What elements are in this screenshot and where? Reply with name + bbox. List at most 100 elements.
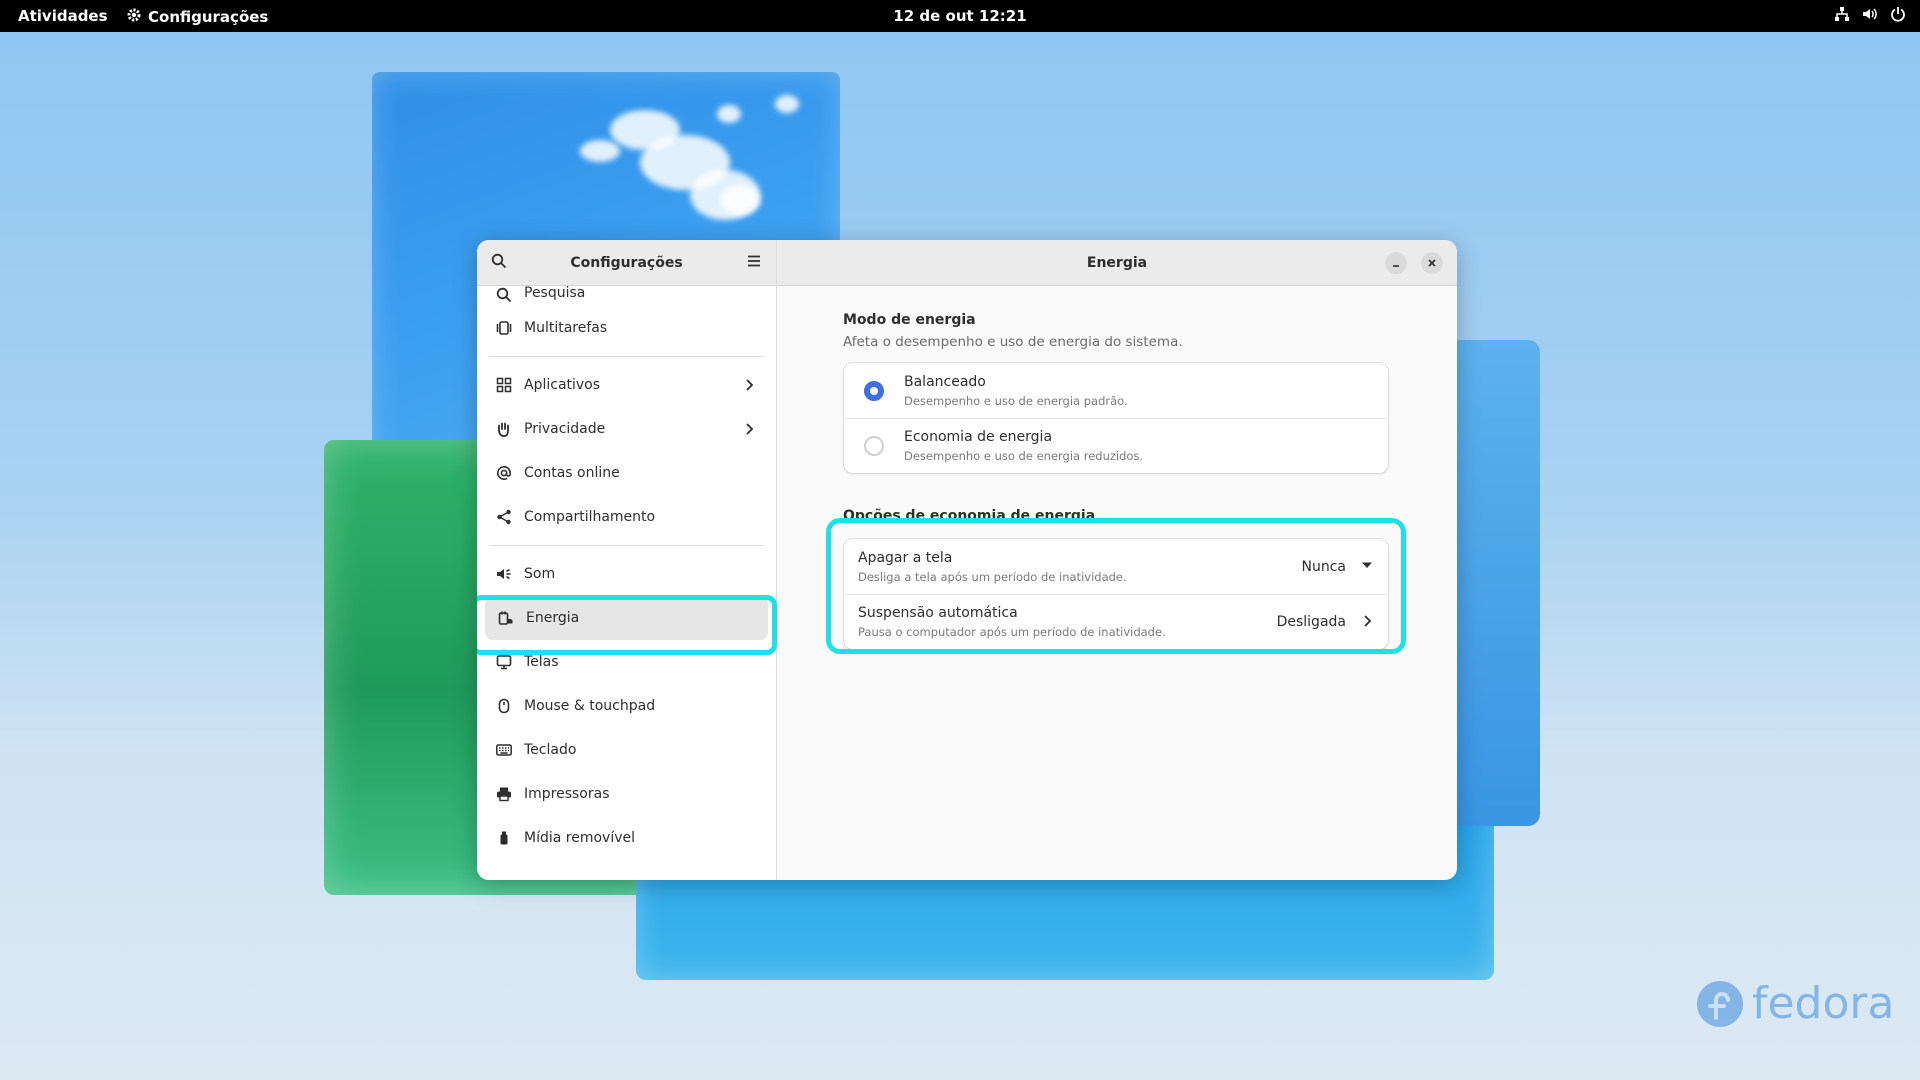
sidebar-item-pesquisa[interactable]: Pesquisa (483, 286, 770, 306)
sidebar-item-label: Mouse & touchpad (524, 698, 656, 714)
sidebar-item-privacidade[interactable]: Privacidade (483, 407, 770, 451)
sidebar-item-label: Multitarefas (524, 320, 608, 336)
settings-window: Configurações Pesquisa Multitarefas Apli… (477, 240, 1457, 880)
at-icon (495, 464, 513, 482)
sidebar-item-label: Energia (526, 610, 580, 626)
power-mode-section: Modo de energia Afeta o desempenho e uso… (843, 312, 1389, 474)
search-icon (495, 286, 513, 304)
usb-drive-icon (495, 829, 513, 847)
radio-button-checked[interactable] (864, 380, 884, 401)
sidebar-item-label: Telas (524, 654, 559, 670)
sidebar-item-label: Compartilhamento (524, 509, 656, 525)
sidebar-item-teclado[interactable]: Teclado (483, 728, 770, 772)
sidebar-item-label: Som (524, 566, 556, 582)
auto-suspend-row[interactable]: Suspensão automática Pausa o computador … (844, 594, 1388, 649)
row-title: Suspensão automática (858, 605, 1018, 621)
option-subtitle: Desempenho e uso de energia padrão. (904, 393, 1128, 408)
chevron-right-icon (742, 422, 756, 436)
content-header: Energia (777, 240, 1457, 286)
row-subtitle: Desliga a tela após um período de inativ… (858, 569, 1127, 584)
hand-icon (495, 420, 513, 438)
sidebar-item-mouse-touchpad[interactable]: Mouse & touchpad (483, 684, 770, 728)
network-wired-icon[interactable] (1834, 6, 1850, 22)
share-icon (495, 508, 513, 526)
fedora-wordmark: fedora (1752, 978, 1895, 1029)
sidebar-item-midia-removivel[interactable]: Mídia removível (483, 816, 770, 860)
sidebar-list: Pesquisa Multitarefas Aplicativos Privac… (477, 286, 776, 860)
sidebar-item-label: Privacidade (524, 421, 606, 437)
power-mode-card: Balanceado Desempenho e uso de energia p… (843, 362, 1389, 474)
multitasking-icon (495, 319, 513, 337)
hamburger-menu-icon[interactable] (746, 253, 762, 273)
power-mode-option-economia[interactable]: Economia de energia Desempenho e uso de … (844, 418, 1388, 473)
radio-button[interactable] (864, 436, 884, 456)
page-title: Energia (1086, 254, 1148, 271)
sidebar-title: Configurações (570, 254, 683, 271)
mouse-icon (495, 697, 513, 715)
chevron-right-icon (1360, 613, 1374, 632)
speaker-icon (495, 565, 513, 583)
chevron-right-icon (742, 378, 756, 392)
power-plug-icon (497, 609, 515, 627)
wallpaper-cloud (717, 105, 741, 123)
dropdown-arrow-icon[interactable] (1360, 557, 1374, 576)
row-subtitle: Pausa o computador após um período de in… (858, 625, 1166, 639)
fedora-icon (1697, 980, 1743, 1027)
gear-icon (126, 7, 142, 27)
content-pane: Energia Modo de energia Afeta o desempen… (777, 240, 1457, 880)
top-bar: Atividades Configurações 12 de out 12:21 (0, 0, 1920, 32)
sidebar-item-multitarefas[interactable]: Multitarefas (483, 306, 770, 350)
screen-blank-value[interactable]: Nunca (1302, 559, 1347, 575)
sidebar-item-label: Contas online (524, 465, 620, 481)
keyboard-icon (495, 741, 513, 759)
auto-suspend-value: Desligada (1276, 614, 1346, 630)
minimize-icon (1393, 265, 1399, 267)
activities-button[interactable]: Atividades (18, 7, 108, 25)
sidebar-item-label: Mídia removível (524, 830, 636, 846)
power-saving-title: Opções de economia de energia (843, 508, 1096, 524)
option-subtitle: Desempenho e uso de energia reduzidos. (904, 449, 1144, 463)
power-saving-section: Opções de economia de energia Apagar a t… (826, 508, 1406, 654)
sidebar-item-label: Pesquisa (524, 286, 586, 301)
power-mode-title: Modo de energia (843, 312, 976, 328)
power-icon[interactable] (1890, 6, 1906, 22)
wallpaper-cloud (775, 95, 799, 113)
screen-blank-row[interactable]: Apagar a tela Desliga a tela após um per… (844, 539, 1388, 594)
sidebar-item-label: Aplicativos (524, 377, 601, 393)
sidebar-item-aplicativos[interactable]: Aplicativos (483, 363, 770, 407)
volume-icon[interactable] (1862, 6, 1878, 22)
sidebar-item-compartilhamento[interactable]: Compartilhamento (483, 495, 770, 539)
clock[interactable]: 12 de out 12:21 (893, 7, 1026, 25)
power-saving-card: Apagar a tela Desliga a tela após um per… (843, 538, 1389, 650)
row-title: Apagar a tela (858, 549, 953, 566)
sidebar-item-impressoras[interactable]: Impressoras (483, 772, 770, 816)
close-icon (1428, 259, 1436, 267)
sidebar: Configurações Pesquisa Multitarefas Apli… (477, 240, 777, 880)
system-tray[interactable] (1834, 6, 1906, 22)
sidebar-header: Configurações (477, 240, 776, 286)
sidebar-item-label: Impressoras (524, 786, 610, 802)
power-mode-option-balanceado[interactable]: Balanceado Desempenho e uso de energia p… (844, 363, 1388, 418)
search-icon[interactable] (491, 253, 507, 273)
app-menu-label: Configurações (148, 8, 269, 26)
sidebar-item-contas-online[interactable]: Contas online (483, 451, 770, 495)
monitor-icon (495, 653, 513, 671)
wallpaper-cloud (720, 185, 760, 215)
wallpaper-cloud (580, 140, 620, 162)
option-title: Balanceado (904, 373, 986, 390)
sidebar-item-som[interactable]: Som (483, 552, 770, 596)
close-button[interactable] (1421, 252, 1443, 274)
sidebar-item-energia[interactable]: Energia (485, 596, 768, 640)
sidebar-item-telas[interactable]: Telas (483, 640, 770, 684)
window-controls (1385, 252, 1443, 274)
sidebar-separator (489, 356, 764, 357)
sidebar-separator (489, 545, 764, 546)
sidebar-item-label: Teclado (524, 742, 577, 758)
fedora-logo: fedora (1696, 978, 1894, 1029)
app-menu[interactable]: Configurações (126, 7, 268, 27)
power-mode-description: Afeta o desempenho e uso de energia do s… (843, 334, 1183, 350)
apps-grid-icon (495, 376, 513, 394)
printer-icon (495, 785, 513, 803)
minimize-button[interactable] (1385, 252, 1407, 274)
option-title: Economia de energia (904, 429, 1053, 445)
